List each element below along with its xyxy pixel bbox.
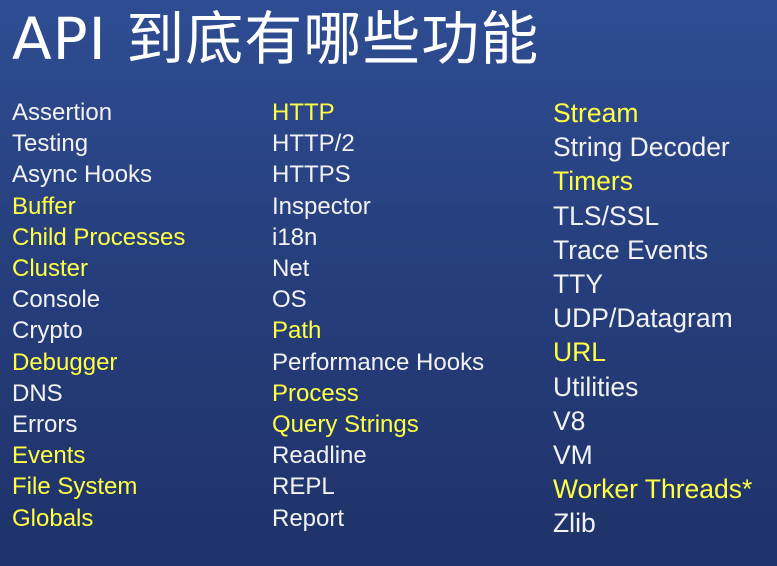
api-module-item: Errors (12, 411, 78, 439)
api-module-item: Console (12, 286, 101, 314)
api-module-item: Process (272, 379, 359, 407)
api-module-item: Async Hooks (12, 161, 153, 189)
api-module-item: File System (12, 473, 138, 501)
api-module-item: UDP/Datagram (553, 303, 733, 334)
api-module-item: TTY (553, 269, 604, 300)
api-list-column-3: Stream String Decoder Timers TLS/SSL Trace E… (553, 96, 752, 541)
api-module-item: Report (272, 504, 345, 532)
api-module-item: Stream (553, 98, 639, 128)
api-module-item: VM (553, 440, 593, 471)
api-module-item: i18n (272, 223, 318, 251)
api-list-column-2: HTTP HTTP/2 HTTPS Inspector i18n Net OS Path Per… (272, 97, 484, 534)
api-module-item: String Decoder (553, 132, 730, 163)
api-module-item: Inspector (272, 192, 371, 220)
api-module-item: Performance Hooks (272, 348, 485, 376)
api-module-item: Net (272, 255, 310, 283)
api-module-item: Globals (12, 504, 94, 532)
api-module-item: DNS (12, 379, 63, 407)
api-module-item: Trace Events (553, 234, 709, 265)
api-module-item: Testing (12, 130, 89, 158)
api-module-item: Path (272, 317, 322, 345)
api-list-column-1: Assertion Testing Async Hooks Buffer Child P… (12, 97, 185, 534)
api-module-item: Assertion (12, 99, 113, 126)
api-module-item: Events (12, 442, 86, 470)
api-module-item: Readline (272, 442, 367, 470)
api-module-item: TLS/SSL (553, 200, 660, 231)
api-module-item: Debugger (12, 348, 118, 376)
api-module-item: URL (553, 337, 607, 368)
api-module-item: Timers (553, 166, 633, 197)
api-module-item: Query Strings (272, 411, 419, 439)
api-module-item: REPL (272, 473, 335, 501)
api-module-item: OS (272, 286, 307, 314)
api-module-item: Worker Threads* (553, 474, 753, 505)
api-module-item: HTTPS (272, 161, 351, 189)
api-module-item: V8 (553, 405, 586, 436)
api-module-item: HTTP/2 (272, 130, 355, 158)
slide-title: API 到底有哪些功能 (12, 5, 540, 73)
api-module-item: Crypto (12, 317, 83, 345)
api-module-item: Zlib (553, 508, 596, 539)
api-module-item: Cluster (12, 255, 89, 283)
api-module-item: Utilities (553, 371, 639, 402)
api-module-item: Buffer (12, 192, 76, 220)
api-module-item: HTTP (272, 99, 335, 126)
api-module-item: Child Processes (12, 223, 186, 251)
slide: API 到底有哪些功能 Assertion Testing Async Hooks B… (0, 0, 777, 566)
